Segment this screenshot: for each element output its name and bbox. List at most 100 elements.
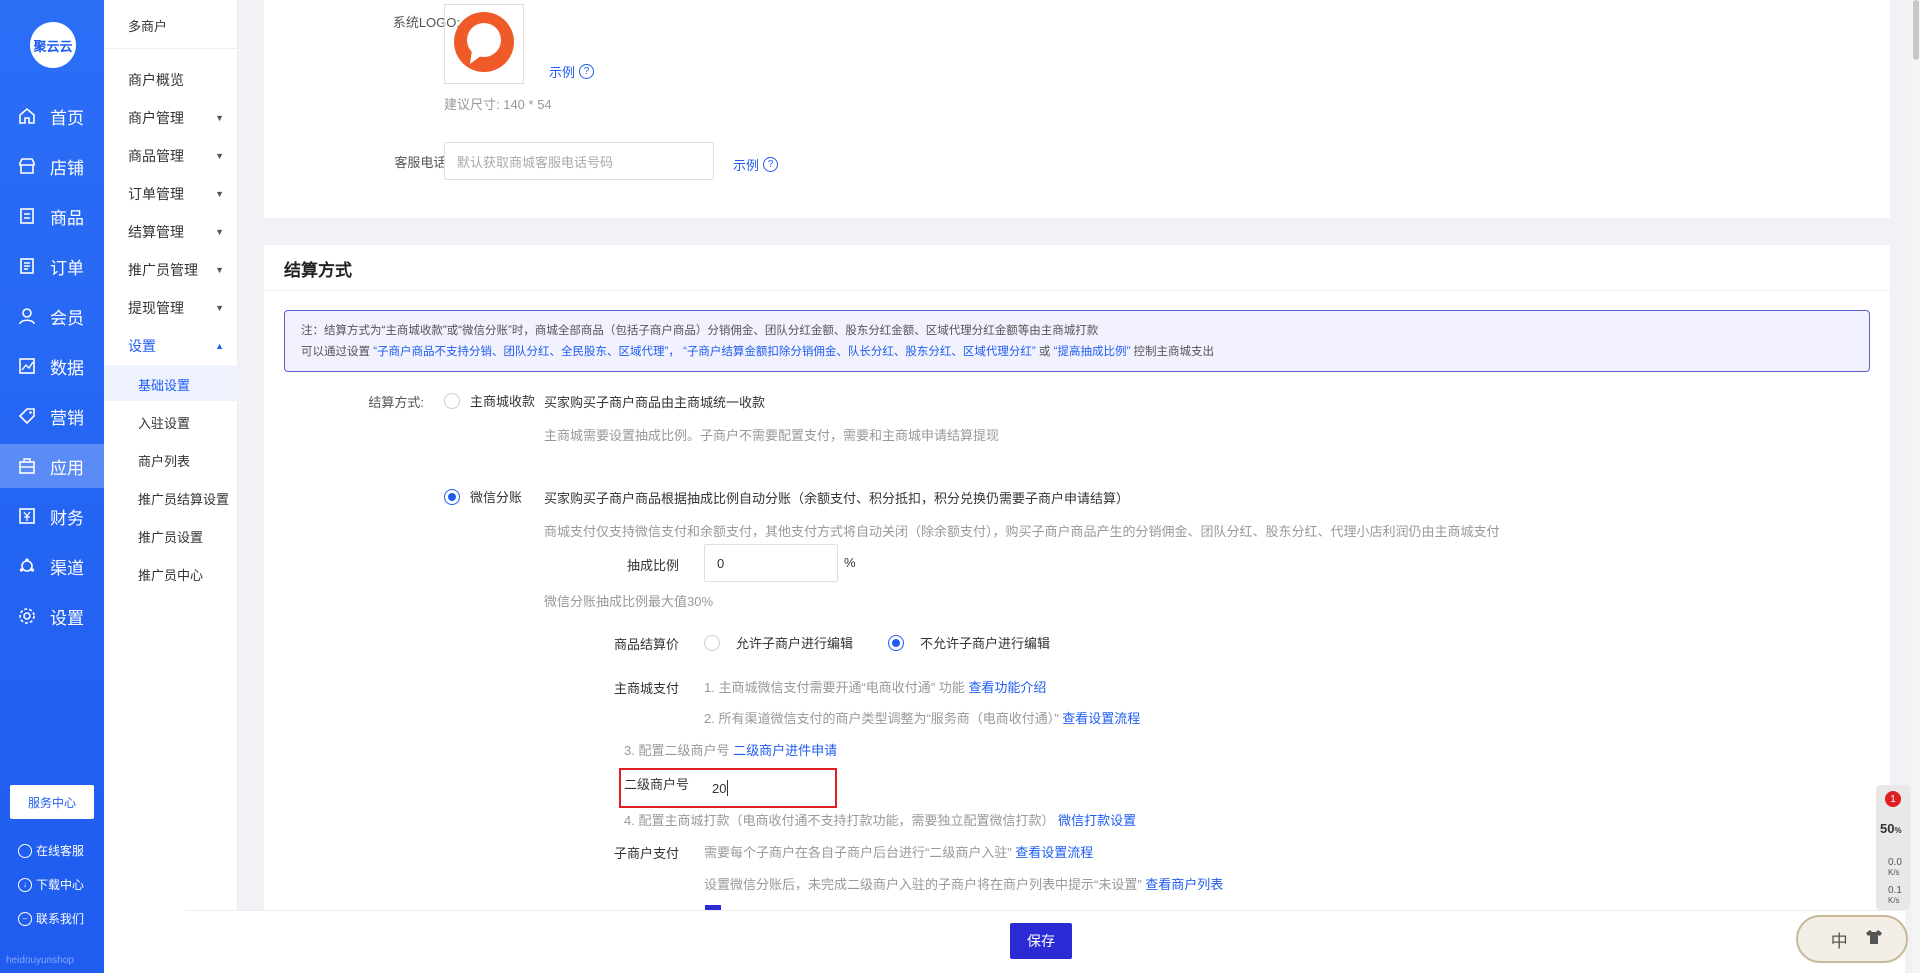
notice-link-2[interactable]: “子商户结算金额扣除分销佣金、队长分红、股东分红、区域代理分红” <box>683 346 1036 358</box>
system-monitor-widget[interactable]: 1 50% 0.0 K/s 0.1 K/s <box>1876 785 1910 910</box>
sub-pay-step-1: 需要每个子商户在各自子商户后台进行“二级商户入驻” 查看设置流程 <box>704 845 1094 860</box>
sub-merchant-apply-link[interactable]: 二级商户进件申请 <box>733 743 837 758</box>
subnav-child-promoter-settlement[interactable]: 推广员结算设置 <box>138 489 229 508</box>
nav-item-member[interactable]: 会员 <box>0 294 104 338</box>
logo-upload[interactable] <box>444 4 524 84</box>
ratio-input[interactable]: 0 <box>704 544 838 582</box>
radio-disallow-edit[interactable]: 不允许子商户进行编辑 <box>888 633 1050 652</box>
nav-item-home[interactable]: 首页 <box>0 94 104 138</box>
divider <box>104 48 238 49</box>
brand-logo[interactable]: 聚云云 <box>30 22 76 68</box>
notice-link-1[interactable]: “子商户商品不支持分销、团队分红、全民股东、区域代理”， <box>373 346 680 358</box>
question-icon: ? <box>763 157 779 172</box>
main-pay-step-1: 1. 主商城微信支付需要开通“电商收付通” 功能 查看功能介绍 <box>704 680 1047 695</box>
download-speed-unit: K/s <box>1888 896 1900 905</box>
notice-line-2: 可以通过设置 “子商户商品不支持分销、团队分红、全民股东、区域代理”， “子商户… <box>301 346 1214 358</box>
ratio-hint: 微信分账抽成比例最大值30% <box>544 594 714 609</box>
logo-size-hint: 建议尺寸: 140 * 54 <box>444 97 552 112</box>
nav-item-label: 营销 <box>50 408 84 428</box>
subnav-item-goods[interactable]: 商品管理 ▼ <box>128 146 224 166</box>
divider <box>264 290 1890 291</box>
service-phone-input[interactable]: 默认获取商城客服电话号码 <box>444 142 714 180</box>
nav-item-label: 数据 <box>50 358 84 378</box>
ime-lang[interactable]: 中 <box>1831 927 1848 952</box>
subnav-item-settings[interactable]: 设置 ▲ <box>128 336 224 356</box>
feature-intro-link[interactable]: 查看功能介绍 <box>968 680 1046 695</box>
logo-example-link[interactable]: 示例 ? <box>549 62 595 81</box>
nav-item-store[interactable]: 店铺 <box>0 144 104 188</box>
subnav-item-order[interactable]: 订单管理 ▼ <box>128 184 224 204</box>
download-speed: 0.1 <box>1888 885 1902 896</box>
shirt-icon[interactable] <box>1865 929 1883 950</box>
ratio-value: 0 <box>717 555 725 571</box>
subnav-child-promoter-settings[interactable]: 推广员设置 <box>138 527 203 546</box>
goods-icon <box>18 207 36 225</box>
price-label: 商品结算价 <box>614 637 680 652</box>
service-center-button[interactable]: 服务中心 <box>10 785 94 819</box>
notice-line-1: 注：结算方式为“主商城收款”或“微信分账”时，商城全部商品（包括子商户商品）分销… <box>301 325 1099 337</box>
nav-item-app[interactable]: 应用 <box>0 444 104 488</box>
radio-dot <box>444 392 460 409</box>
download-icon: ↓ <box>18 877 32 892</box>
radio-dot <box>704 634 720 651</box>
subnav-child-list[interactable]: 商户列表 <box>138 451 190 470</box>
online-service-label: 在线客服 <box>36 844 85 858</box>
nav-item-goods[interactable]: 商品 <box>0 194 104 238</box>
option1-desc: 买家购买子商户商品由主商城统一收款 <box>544 395 766 410</box>
subnav-item-label: 结算管理 <box>128 224 184 240</box>
option1-hint: 主商城需要设置抽成比例。子商户不需要配置支付，需要和主商城申请结算提现 <box>544 428 1000 443</box>
nav-item-label: 财务 <box>50 508 84 528</box>
notice-link-3[interactable]: “提高抽成比例” <box>1054 346 1131 358</box>
primary-sidebar: 聚云云 首页 店铺 商品 订单 会员 数据 营销 应用 财务 渠道 设置 服务中… <box>0 0 104 973</box>
avatar-icon <box>18 843 32 858</box>
radio-label: 微信分账 <box>470 490 523 505</box>
online-service-link[interactable]: 在线客服 <box>18 842 84 859</box>
system-logo-icon <box>454 12 514 72</box>
radio-wechat-split[interactable]: 微信分账 <box>444 487 522 506</box>
nav-item-finance[interactable]: 财务 <box>0 494 104 538</box>
nav-item-data[interactable]: 数据 <box>0 344 104 388</box>
subnav-item-withdraw[interactable]: 提现管理 ▼ <box>128 298 224 318</box>
ime-toolbar[interactable]: 中 <box>1796 915 1908 963</box>
store-icon <box>18 157 36 175</box>
nav-item-order[interactable]: 订单 <box>0 244 104 288</box>
scrollbar-thumb[interactable] <box>1913 0 1919 60</box>
nav-item-settings[interactable]: 设置 <box>0 594 104 638</box>
subnav-item-label: 商户概览 <box>128 72 184 88</box>
save-button[interactable]: 保存 <box>1010 923 1072 959</box>
app-icon <box>18 457 36 475</box>
caret-down-icon: ▼ <box>215 151 224 161</box>
subnav-item-settlement[interactable]: 结算管理 ▼ <box>128 222 224 242</box>
subnav-item-merchant[interactable]: 商户管理 ▼ <box>128 108 224 128</box>
sub-setup-flow-link[interactable]: 查看设置流程 <box>1015 845 1093 860</box>
text-cursor <box>727 780 729 796</box>
order-icon <box>18 257 36 275</box>
subnav-child-basic[interactable]: 基础设置 <box>138 375 190 394</box>
sub-mch-input[interactable]: 20 <box>700 772 830 804</box>
download-center-link[interactable]: ↓ 下载中心 <box>18 876 84 893</box>
ratio-unit: % <box>844 555 856 570</box>
subnav-item-promoter[interactable]: 推广员管理 ▼ <box>128 260 224 280</box>
wechat-payout-link[interactable]: 微信打款设置 <box>1058 813 1136 828</box>
caret-down-icon: ▼ <box>215 303 224 313</box>
phone-example-link[interactable]: 示例 ? <box>733 155 779 174</box>
radio-allow-edit[interactable]: 允许子商户进行编辑 <box>704 633 853 652</box>
subnav-item-overview[interactable]: 商户概览 <box>128 70 224 90</box>
subnav-item-label: 设置 <box>128 338 156 354</box>
main-pay-step-2: 2. 所有渠道微信支付的商户类型调整为“服务商（电商收付通）” 查看设置流程 <box>704 711 1141 726</box>
scrollbar[interactable] <box>1912 0 1920 973</box>
subnav-item-label: 推广员管理 <box>128 262 198 278</box>
subnav-item-label: 商品管理 <box>128 148 184 164</box>
nav-item-channel[interactable]: 渠道 <box>0 544 104 588</box>
nav-item-marketing[interactable]: 营销 <box>0 394 104 438</box>
caret-down-icon: ▼ <box>215 265 224 275</box>
setup-flow-link[interactable]: 查看设置流程 <box>1062 711 1140 726</box>
phone-example-label: 示例 <box>733 158 760 173</box>
subnav-title: 多商户 <box>128 19 168 34</box>
subnav-child-entry[interactable]: 入驻设置 <box>138 413 190 432</box>
contact-us-link[interactable]: – 联系我们 <box>18 910 84 927</box>
subnav-child-promoter-center[interactable]: 推广员中心 <box>138 565 203 584</box>
merchant-list-link[interactable]: 查看商户列表 <box>1145 877 1223 892</box>
subnav-item-label: 订单管理 <box>128 186 184 202</box>
radio-main-collect[interactable]: 主商城收款 <box>444 391 535 410</box>
